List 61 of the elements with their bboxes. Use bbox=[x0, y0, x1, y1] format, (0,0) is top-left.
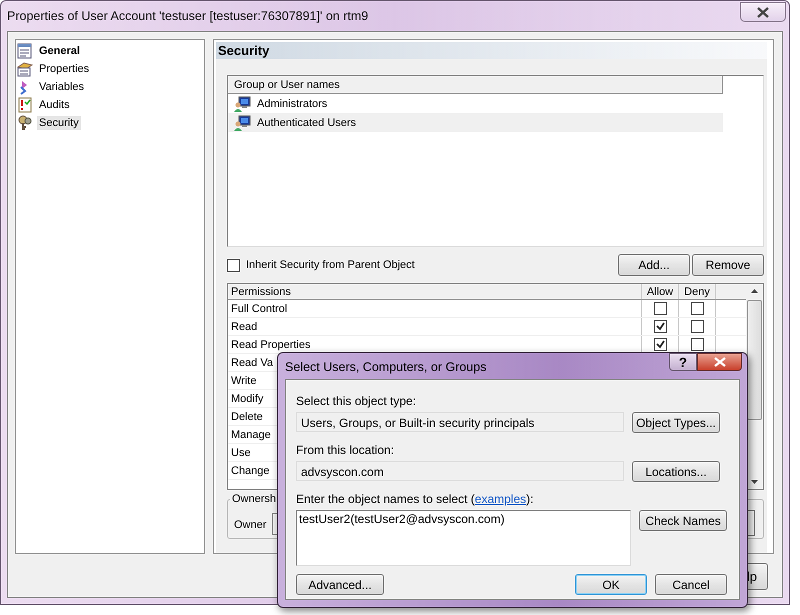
table-cell: Manage bbox=[231, 428, 271, 440]
table-cell: Read Properties bbox=[231, 338, 310, 350]
table-cell: Write bbox=[231, 374, 256, 386]
examples-link[interactable]: examples bbox=[474, 492, 526, 506]
scrollbar[interactable] bbox=[746, 284, 763, 489]
column-header[interactable]: Deny bbox=[678, 284, 715, 299]
column-header[interactable]: Group or User names bbox=[228, 78, 340, 90]
nav-item[interactable]: Variables bbox=[37, 80, 86, 94]
window-title: Properties of User Account 'testuser [testuser:76307891]' on rtm9 bbox=[7, 9, 368, 23]
location-field[interactable]: advsyscon.com bbox=[296, 461, 624, 481]
check-names-button[interactable]: Check Names bbox=[639, 510, 727, 531]
table-cell: Read Va bbox=[231, 356, 273, 368]
section-title: Security bbox=[218, 43, 270, 58]
table-cell: Delete bbox=[231, 410, 263, 422]
close-icon bbox=[756, 6, 770, 18]
group-row[interactable]: Administrators bbox=[228, 94, 723, 113]
advanced-button[interactable]: Advanced... bbox=[296, 574, 384, 595]
deny-checkbox[interactable] bbox=[690, 338, 704, 351]
checkbox-label: Inherit Security from Parent Object bbox=[246, 259, 415, 271]
group-row[interactable]: Authenticated Users bbox=[228, 113, 723, 132]
deny-checkbox[interactable] bbox=[690, 302, 704, 315]
deny-checkbox[interactable] bbox=[690, 320, 704, 333]
scroll-up-icon[interactable] bbox=[751, 289, 758, 293]
group-name: Administrators bbox=[257, 98, 328, 110]
ok-button[interactable]: OK bbox=[575, 574, 647, 595]
group-name: Authenticated Users bbox=[257, 116, 356, 128]
close-icon bbox=[712, 357, 726, 367]
field-label: Select this object type: bbox=[296, 394, 418, 410]
inherit-checkbox[interactable] bbox=[227, 258, 240, 272]
dialog-title: Select Users, Computers, or Groups bbox=[284, 359, 486, 374]
table-cell: Use bbox=[231, 446, 251, 458]
field-label: From this location: bbox=[296, 443, 396, 459]
field-label: Enter the object names to select (examples): bbox=[296, 492, 534, 508]
add-button[interactable]: Add... bbox=[618, 254, 690, 276]
table-cell: Full Control bbox=[231, 302, 288, 314]
object-type-field[interactable]: Users, Groups, or Built-in security principals bbox=[296, 412, 624, 432]
help-button[interactable]: ? bbox=[669, 353, 697, 371]
allow-checkbox[interactable] bbox=[654, 320, 666, 333]
object-types-button[interactable]: Object Types... bbox=[632, 412, 720, 433]
column-header[interactable]: Permissions bbox=[228, 284, 641, 299]
nav-item[interactable]: General bbox=[37, 44, 82, 58]
remove-button[interactable]: Remove bbox=[692, 254, 764, 276]
cancel-button[interactable]: Cancel bbox=[655, 574, 727, 595]
locations-button[interactable]: Locations... bbox=[632, 461, 720, 482]
allow-checkbox[interactable] bbox=[654, 302, 666, 315]
user-computer-icon bbox=[234, 114, 251, 130]
table-cell: Change bbox=[231, 464, 270, 476]
object-names-field[interactable]: testUser2(testUser2@advsyscon.com) bbox=[296, 510, 632, 566]
table-cell: Modify bbox=[231, 392, 264, 404]
field-label: Owner bbox=[234, 519, 266, 531]
close-button[interactable] bbox=[697, 353, 742, 371]
user-computer-icon bbox=[234, 96, 251, 112]
close-button[interactable] bbox=[740, 2, 786, 22]
group-legend: Ownersh bbox=[230, 493, 278, 505]
nav-item[interactable]: Audits bbox=[37, 98, 72, 112]
nav-item[interactable]: Security bbox=[37, 116, 81, 130]
table-cell: Read bbox=[231, 320, 258, 332]
nav-item[interactable]: Properties bbox=[37, 62, 92, 76]
allow-checkbox[interactable] bbox=[654, 338, 666, 351]
scroll-down-icon[interactable] bbox=[751, 480, 758, 484]
column-header[interactable]: Allow bbox=[641, 284, 678, 299]
